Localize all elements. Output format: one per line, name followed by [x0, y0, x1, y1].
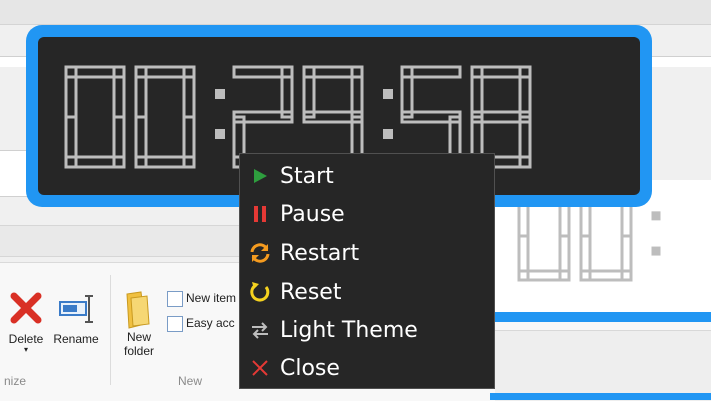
menu-item-restart-label: Restart — [280, 240, 360, 266]
menu-item-pause-label: Pause — [280, 201, 345, 227]
digit-5 — [400, 65, 462, 169]
menu-item-pause[interactable]: Pause — [240, 195, 494, 233]
restart-icon — [250, 243, 270, 263]
background-accent-bar — [490, 393, 711, 400]
folder-icon — [126, 291, 150, 329]
context-menu: Start Pause Restart Reset Light Theme Cl… — [239, 153, 495, 389]
new-folder-button[interactable]: New folder — [116, 288, 162, 358]
segment-f — [134, 65, 148, 119]
segment-b — [280, 65, 294, 119]
menu-item-start[interactable]: Start — [240, 157, 494, 195]
colon-dot — [651, 211, 661, 221]
delete-button[interactable]: Delete ▾ — [6, 290, 46, 354]
new-item-label: New item — [186, 291, 237, 306]
rename-label: Rename — [53, 332, 99, 346]
segment-e — [134, 115, 148, 169]
easy-access-icon — [167, 316, 183, 332]
swap-arrows-icon — [252, 322, 268, 339]
segment-b — [182, 65, 196, 119]
new-group-label: New — [178, 374, 203, 388]
play-icon — [254, 169, 267, 183]
rename-button[interactable]: Rename — [50, 290, 102, 346]
menu-item-light-theme[interactable]: Light Theme — [240, 311, 494, 349]
segment-b — [350, 65, 364, 119]
segment-e — [64, 115, 78, 169]
colon-dot — [215, 89, 225, 99]
segment-f — [470, 65, 484, 119]
new-folder-label: New folder — [123, 330, 155, 358]
easy-access-button[interactable]: Easy acc — [167, 316, 235, 332]
pause-icon — [254, 206, 266, 222]
new-item-button[interactable]: New item — [167, 291, 236, 307]
menu-item-close-label: Close — [280, 355, 340, 381]
segment-b — [518, 65, 532, 119]
digit-0 — [134, 65, 196, 169]
delete-label: Delete — [8, 332, 44, 346]
menu-item-restart[interactable]: Restart — [240, 234, 494, 272]
rename-icon — [59, 295, 93, 323]
new-item-icon — [167, 291, 183, 307]
ribbon-separator — [110, 275, 111, 385]
segment-e — [517, 234, 530, 282]
explorer-status-strip — [0, 225, 240, 257]
colon-dot — [651, 246, 661, 256]
explorer-title-bar — [0, 0, 711, 25]
delete-icon — [10, 292, 42, 324]
digit-2 — [232, 65, 294, 169]
menu-item-close[interactable]: Close — [240, 349, 494, 387]
segment-f — [400, 65, 414, 119]
segment-f — [64, 65, 78, 119]
chevron-down-icon: ▾ — [23, 345, 28, 354]
colon-dot — [215, 129, 225, 139]
segment-b — [112, 65, 126, 119]
segment-e — [579, 234, 592, 282]
background-panel — [495, 330, 711, 401]
digit-8 — [470, 65, 532, 169]
menu-item-start-label: Start — [280, 163, 334, 189]
timer-behind-border — [495, 312, 711, 322]
colon-dot — [383, 129, 393, 139]
digit-9 — [302, 65, 364, 169]
easy-access-label: Easy acc — [186, 316, 235, 331]
menu-item-light-theme-label: Light Theme — [280, 317, 418, 343]
reset-icon — [250, 282, 270, 302]
close-icon — [252, 360, 268, 376]
segment-f — [302, 65, 316, 119]
digit-0 — [64, 65, 126, 169]
menu-item-reset-label: Reset — [280, 279, 342, 305]
organize-group-label: nize — [4, 374, 27, 388]
colon-dot — [383, 89, 393, 99]
menu-item-reset[interactable]: Reset — [240, 273, 494, 311]
